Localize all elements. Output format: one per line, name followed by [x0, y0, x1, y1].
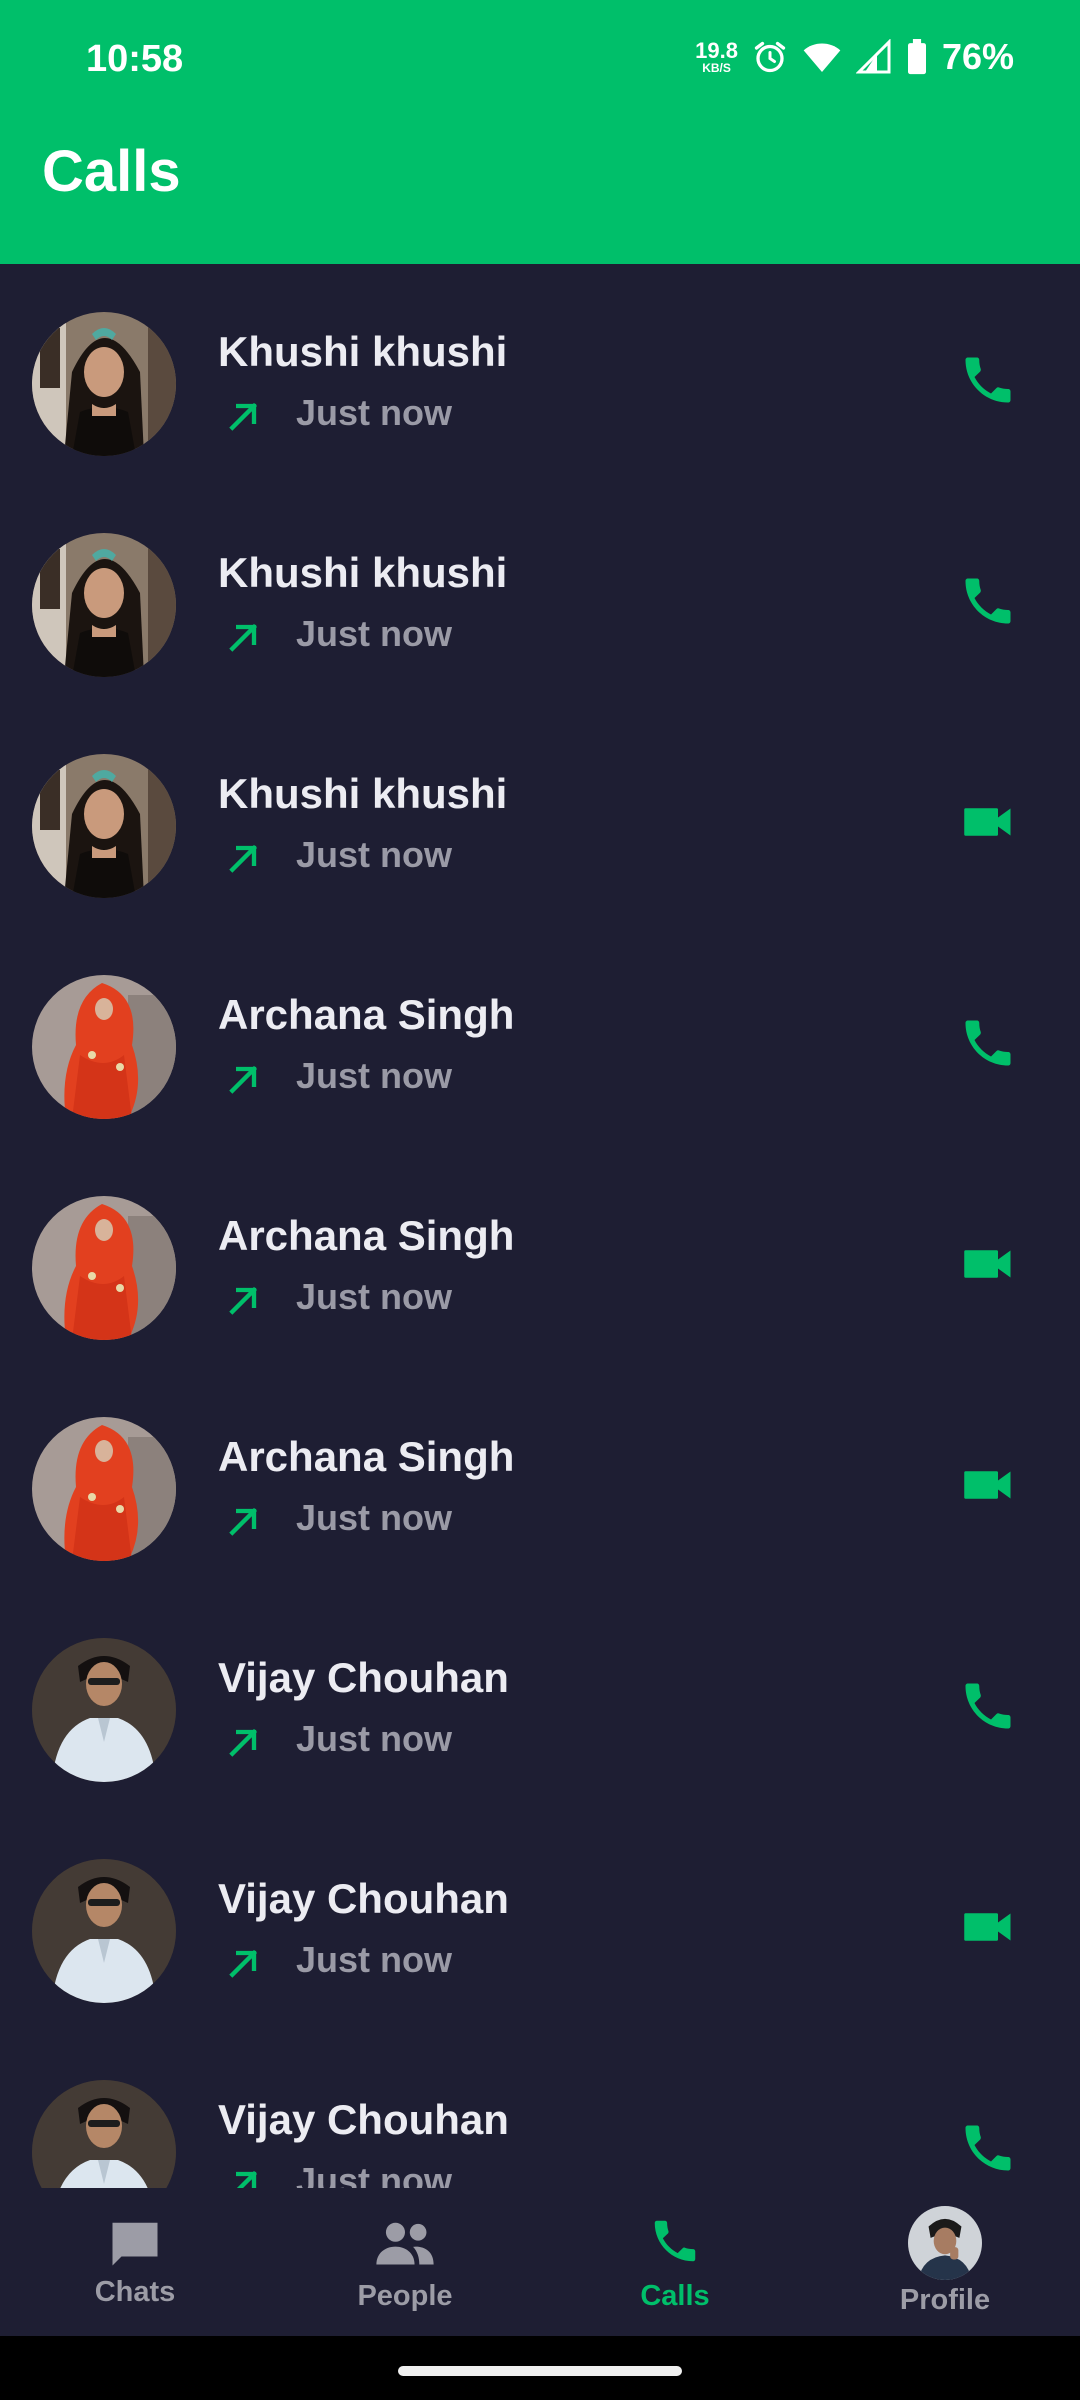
- call-back-button[interactable]: [952, 1893, 1024, 1965]
- outgoing-arrow-icon: [224, 396, 264, 436]
- video-call-icon: [958, 1455, 1018, 1520]
- battery-icon: [907, 39, 926, 75]
- avatar[interactable]: [32, 754, 176, 898]
- outgoing-arrow-icon: [224, 2164, 264, 2188]
- outgoing-arrow-icon: [224, 838, 264, 878]
- nav-label-chats: Chats: [94, 2276, 176, 2308]
- call-log-item[interactable]: Archana Singh Just now: [0, 927, 1080, 1148]
- avatar[interactable]: [32, 1859, 176, 2003]
- app-header: 10:58 19.8 KB/S 76% Calls: [0, 0, 1080, 264]
- contact-name: Vijay Chouhan: [218, 1654, 509, 1701]
- call-log-item[interactable]: Vijay Chouhan Just now: [0, 1590, 1080, 1811]
- avatar: [908, 2206, 982, 2280]
- phone-icon: [958, 1013, 1018, 1078]
- bottom-navigation: Chats People Calls Profile: [0, 2188, 1080, 2336]
- nav-label-calls: Calls: [640, 2280, 710, 2312]
- outgoing-arrow-icon: [224, 1943, 264, 1983]
- outgoing-arrow-icon: [224, 1280, 264, 1320]
- contact-name: Khushi khushi: [218, 549, 508, 596]
- call-time: Just now: [296, 613, 453, 654]
- contact-name: Archana Singh: [218, 1212, 515, 1259]
- status-icons: 19.8 KB/S 76%: [695, 36, 1014, 78]
- avatar[interactable]: [32, 2080, 176, 2188]
- call-back-button[interactable]: [952, 788, 1024, 860]
- phone-icon: [654, 2220, 696, 2262]
- network-speed-value: 19.8: [695, 38, 738, 63]
- avatar[interactable]: [32, 312, 176, 456]
- call-log-item[interactable]: Khushi khushi Just now: [0, 485, 1080, 706]
- nav-label-profile: Profile: [899, 2284, 991, 2316]
- phone-icon: [958, 2118, 1018, 2183]
- video-call-icon: [958, 792, 1018, 857]
- call-back-button[interactable]: [952, 1672, 1024, 1744]
- contact-name: Khushi khushi: [218, 770, 508, 817]
- call-back-button[interactable]: [952, 346, 1024, 418]
- outgoing-arrow-icon: [224, 1722, 264, 1762]
- alarm-icon: [754, 41, 786, 73]
- nav-item-calls[interactable]: Calls: [540, 2188, 810, 2336]
- battery-percentage: 76%: [941, 36, 1014, 77]
- call-back-button[interactable]: [952, 1230, 1024, 1302]
- call-back-button[interactable]: [952, 567, 1024, 639]
- contact-name: Khushi khushi: [218, 328, 508, 375]
- phone-icon: [958, 350, 1018, 415]
- nav-item-chats[interactable]: Chats: [0, 2188, 270, 2336]
- contact-name: Vijay Chouhan: [218, 1875, 509, 1922]
- phone-icon: [958, 571, 1018, 636]
- network-speed: 19.8 KB/S: [695, 38, 738, 75]
- page-title: Calls: [42, 139, 181, 204]
- call-time: Just now: [296, 1276, 453, 1317]
- wifi-icon: [803, 43, 841, 72]
- call-log-list: Khushi khushi Just now Khushi khushi Just n…: [0, 264, 1080, 2188]
- video-call-icon: [958, 1234, 1018, 1299]
- system-navigation-bar: [0, 2336, 1080, 2400]
- contact-name: Archana Singh: [218, 991, 515, 1038]
- video-call-icon: [958, 1897, 1018, 1962]
- call-time: Just now: [296, 1055, 453, 1096]
- chat-icon: [112, 2222, 158, 2266]
- avatar[interactable]: [32, 1638, 176, 1782]
- call-time: Just now: [296, 2160, 453, 2188]
- contact-name: Archana Singh: [218, 1433, 515, 1480]
- contact-name: Vijay Chouhan: [218, 2096, 509, 2143]
- network-speed-unit: KB/S: [702, 61, 731, 75]
- call-time: Just now: [296, 1939, 453, 1980]
- avatar[interactable]: [32, 1196, 176, 1340]
- call-log-item[interactable]: Archana Singh Just now: [0, 1148, 1080, 1369]
- avatar[interactable]: [32, 533, 176, 677]
- call-time: Just now: [296, 392, 453, 433]
- outgoing-arrow-icon: [224, 1059, 264, 1099]
- call-back-button[interactable]: [952, 1009, 1024, 1081]
- nav-item-people[interactable]: People: [270, 2188, 540, 2336]
- status-time: 10:58: [86, 38, 184, 80]
- nav-label-people: People: [357, 2280, 453, 2312]
- call-back-button[interactable]: [952, 1451, 1024, 1523]
- phone-icon: [958, 1676, 1018, 1741]
- call-log-item[interactable]: Vijay Chouhan Just now: [0, 1811, 1080, 2032]
- call-time: Just now: [296, 1718, 453, 1759]
- outgoing-arrow-icon: [224, 1501, 264, 1541]
- home-gesture-handle[interactable]: [398, 2366, 682, 2376]
- call-time: Just now: [296, 1497, 453, 1538]
- call-log-item[interactable]: Archana Singh Just now: [0, 1369, 1080, 1590]
- call-log-item[interactable]: Khushi khushi Just now: [0, 264, 1080, 485]
- signal-icon: [855, 39, 891, 74]
- call-time: Just now: [296, 834, 453, 875]
- call-log-item[interactable]: Vijay Chouhan Just now: [0, 2032, 1080, 2188]
- call-log-item[interactable]: Khushi khushi Just now: [0, 706, 1080, 927]
- call-back-button[interactable]: [952, 2114, 1024, 2186]
- outgoing-arrow-icon: [224, 617, 264, 657]
- avatar[interactable]: [32, 1417, 176, 1561]
- nav-item-profile[interactable]: Profile: [810, 2188, 1080, 2336]
- avatar[interactable]: [32, 975, 176, 1119]
- people-icon: [376, 2222, 434, 2265]
